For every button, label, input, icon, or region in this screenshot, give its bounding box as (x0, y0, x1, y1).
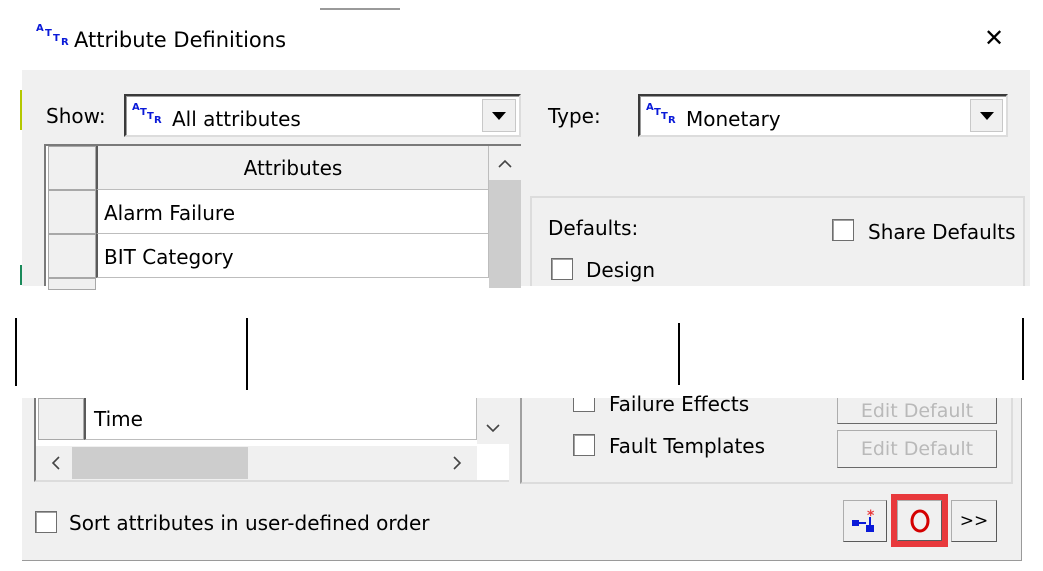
chevron-down-icon (979, 111, 994, 120)
new-attribute-icon: * (852, 508, 875, 532)
row-header[interactable] (48, 190, 96, 234)
column-header-attributes[interactable]: Attributes (96, 146, 489, 190)
design-checkbox[interactable] (551, 258, 573, 280)
row-header[interactable] (48, 234, 96, 278)
background-edge (320, 8, 400, 10)
attributes-grid[interactable]: Attributes Alarm Failure BIT Category (44, 144, 521, 290)
table-cell-text: Alarm Failure (104, 201, 236, 225)
type-dropdown[interactable]: ATTR Monetary (638, 94, 1008, 137)
type-dropdown-button[interactable] (970, 99, 1003, 132)
show-label: Show: (46, 104, 106, 128)
more-label: >> (959, 511, 989, 531)
background-edge (20, 265, 22, 285)
fault-templates-edit-default-button[interactable]: Edit Default (837, 430, 997, 468)
table-row[interactable]: BIT Category (96, 234, 489, 278)
failure-effects-checkbox[interactable] (573, 398, 595, 412)
new-attribute-button[interactable]: * (843, 500, 887, 542)
scroll-down-icon[interactable] (477, 414, 509, 442)
share-defaults-label: Share Defaults (868, 220, 1016, 244)
grid-corner (48, 146, 96, 190)
type-label: Type: (548, 104, 601, 128)
table-cell-text: Time (94, 407, 143, 431)
divider (246, 318, 248, 390)
close-icon[interactable]: ✕ (984, 24, 1004, 52)
attributes-grid-bottom[interactable]: Time (34, 398, 509, 482)
vertical-scrollbar[interactable] (477, 398, 509, 444)
failure-effects-edit-default-button[interactable]: Edit Default (837, 398, 997, 424)
sort-user-defined-label: Sort attributes in user-defined order (69, 511, 430, 535)
background-edge (20, 90, 22, 130)
row-header[interactable] (38, 398, 84, 440)
scroll-left-icon[interactable] (40, 446, 70, 480)
edit-default-label: Edit Default (860, 438, 974, 460)
show-dropdown-button[interactable] (482, 99, 516, 132)
fault-templates-label: Fault Templates (609, 434, 766, 458)
divider (1022, 318, 1024, 380)
table-row[interactable]: Alarm Failure (96, 190, 489, 234)
scroll-thumb[interactable] (72, 447, 248, 479)
edit-default-label: Edit Default (860, 400, 974, 422)
attribute-icon: ATTR (646, 102, 676, 126)
fault-templates-checkbox[interactable] (573, 434, 595, 456)
more-button[interactable]: >> (951, 500, 997, 542)
record-button[interactable] (897, 500, 942, 541)
row-header[interactable] (48, 278, 96, 290)
chevron-down-icon (492, 111, 506, 120)
design-label: Design (586, 258, 656, 282)
scroll-up-icon[interactable] (489, 146, 521, 180)
defaults-label: Defaults: (548, 216, 639, 240)
record-icon (910, 509, 929, 532)
column-header-label: Attributes (243, 155, 343, 180)
show-dropdown[interactable]: ATTR All attributes (124, 94, 521, 137)
vertical-scrollbar[interactable] (489, 146, 521, 288)
attribute-icon: ATTR (36, 23, 69, 48)
window-title: Attribute Definitions (74, 28, 287, 52)
table-row[interactable]: Time (84, 398, 477, 440)
sort-user-defined-checkbox[interactable] (35, 511, 57, 533)
show-value: All attributes (172, 107, 301, 131)
share-defaults-checkbox[interactable] (832, 219, 854, 241)
table-cell-text: BIT Category (104, 245, 234, 269)
svg-text:*: * (867, 508, 875, 524)
divider (15, 318, 17, 386)
horizontal-scrollbar[interactable] (36, 446, 477, 480)
scroll-right-icon[interactable] (440, 446, 474, 480)
attribute-icon: ATTR (132, 102, 162, 126)
failure-effects-label: Failure Effects (609, 392, 750, 412)
scroll-thumb[interactable] (489, 180, 521, 288)
divider (678, 323, 680, 385)
type-value: Monetary (686, 107, 781, 131)
